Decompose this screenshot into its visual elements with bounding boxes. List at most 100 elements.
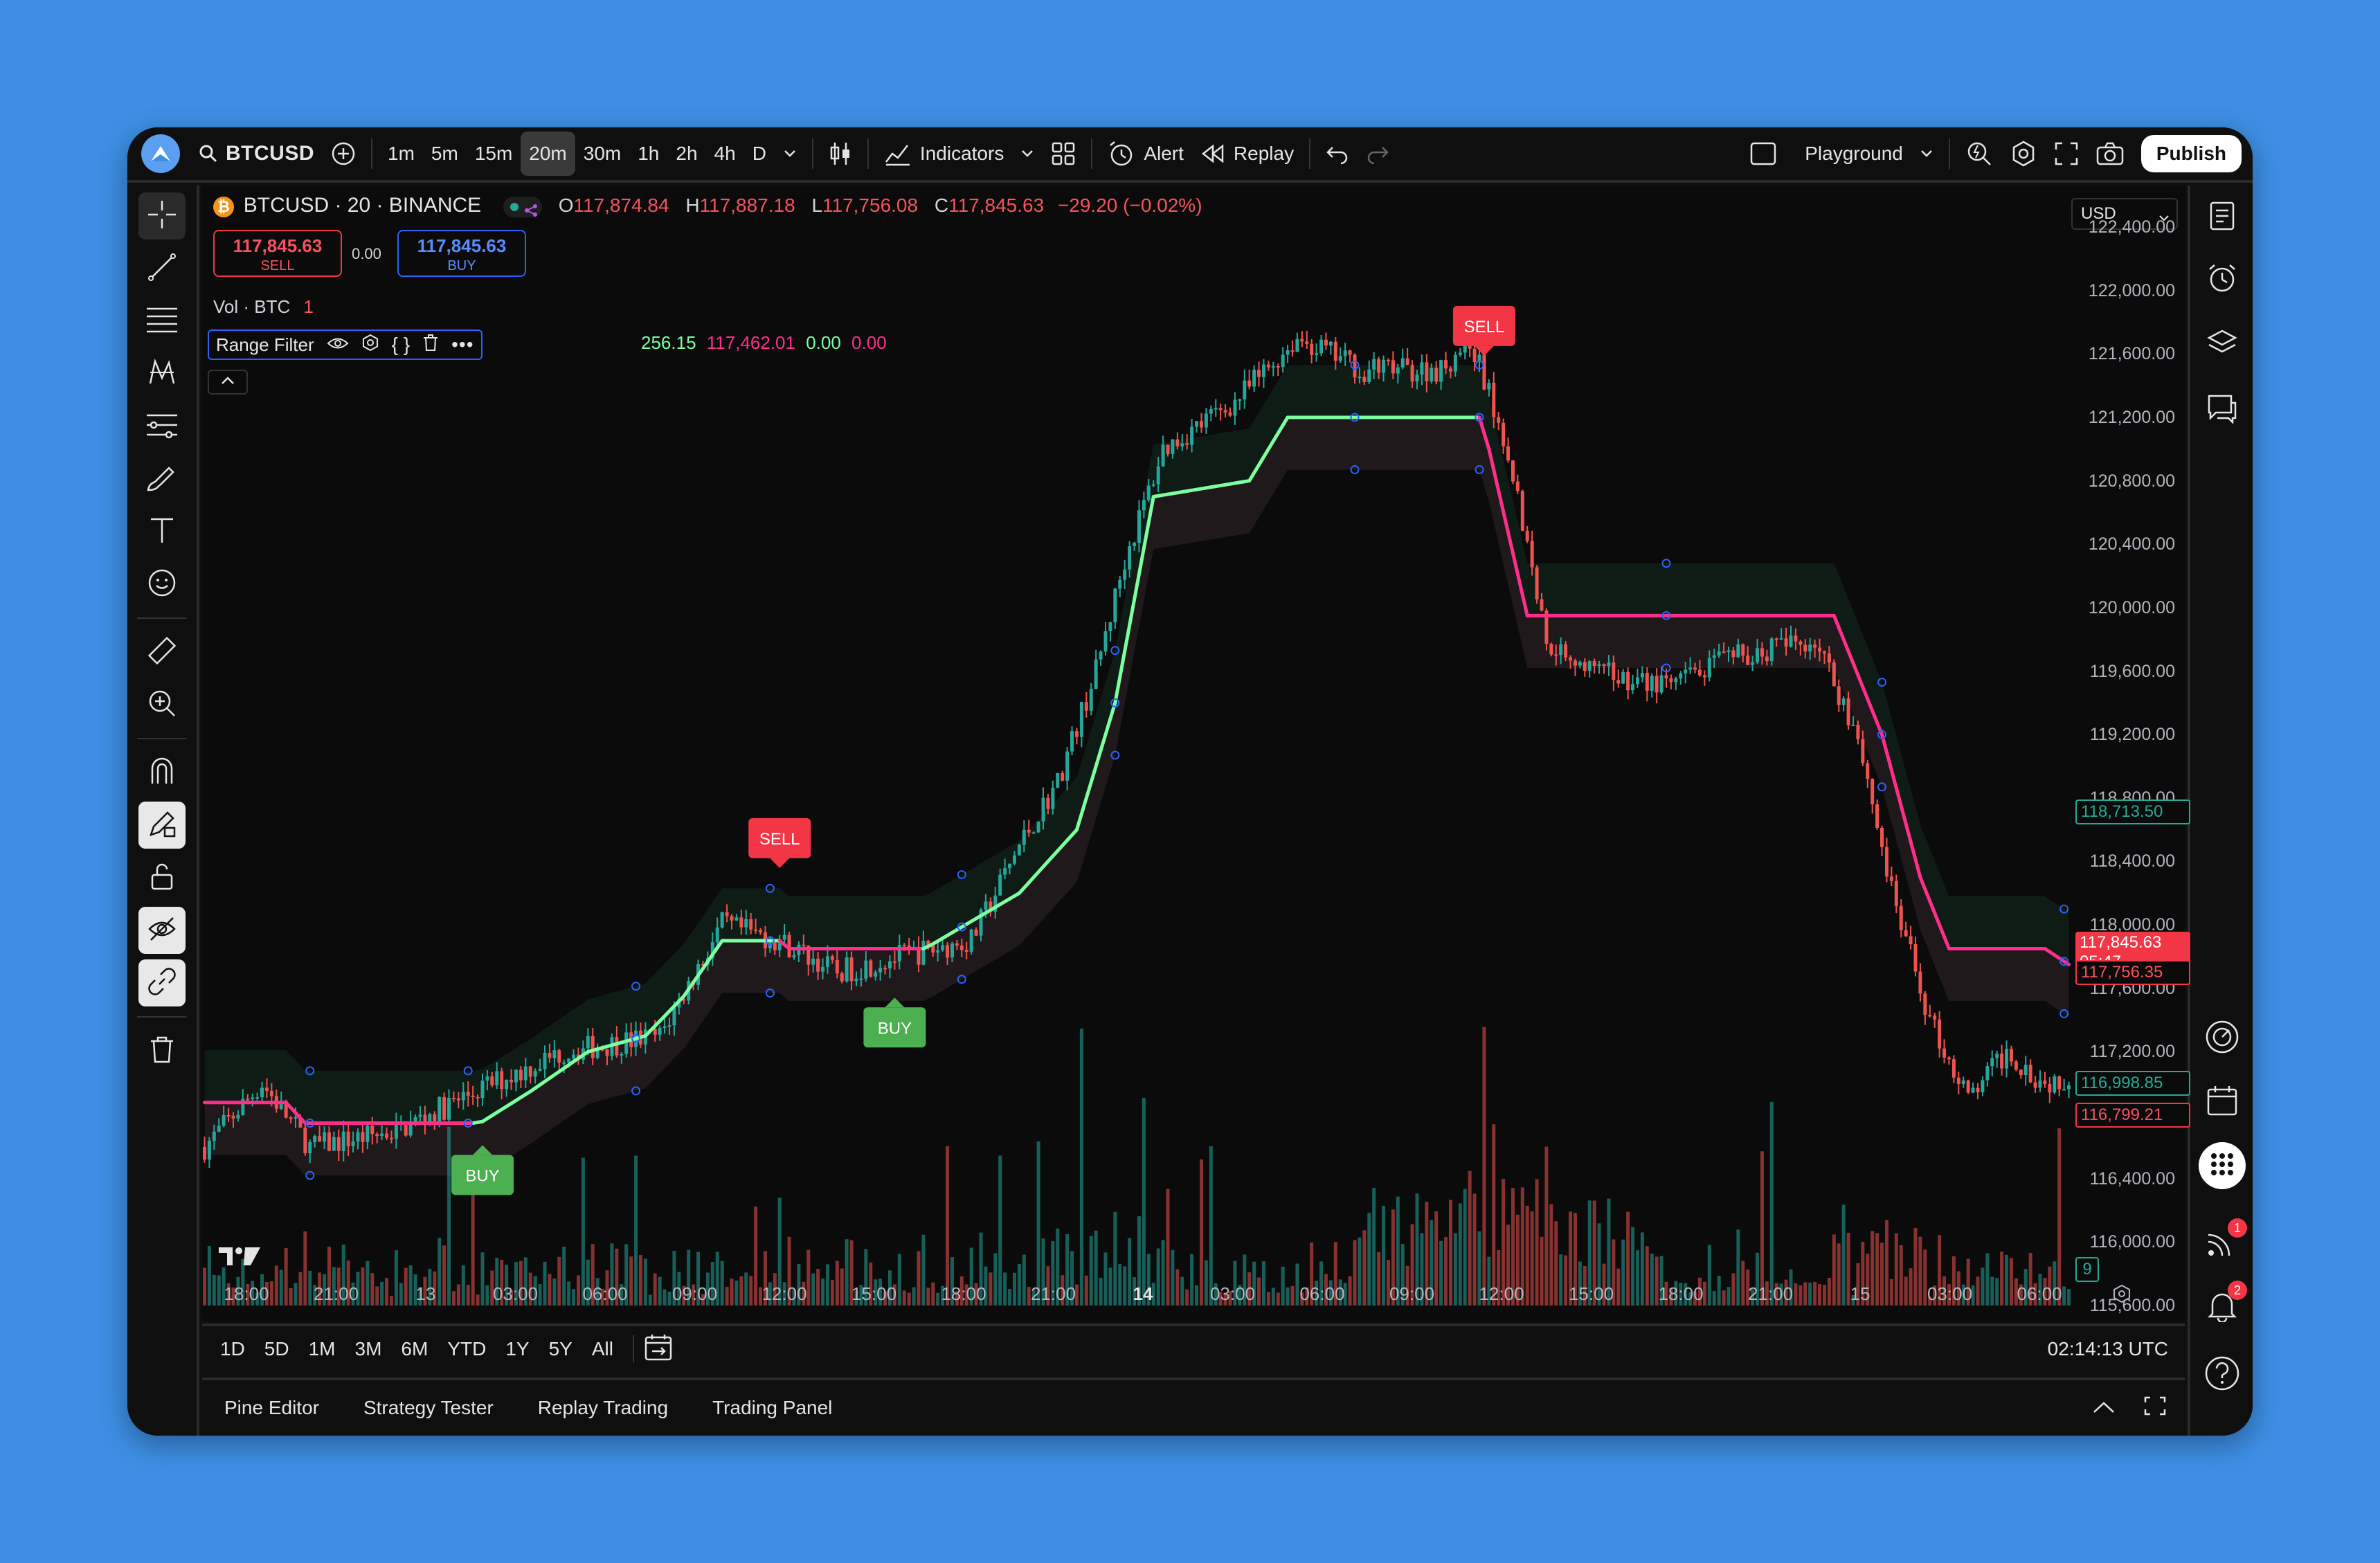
price-chart[interactable]: BUY SELL BUY SELL bbox=[202, 186, 2185, 1321]
magnet-tool[interactable] bbox=[138, 749, 186, 796]
watchlist-button[interactable] bbox=[2199, 194, 2246, 241]
candle-body bbox=[1338, 356, 1342, 361]
indicators-button[interactable]: Indicators bbox=[876, 132, 1012, 176]
market-status-pill[interactable] bbox=[503, 196, 542, 217]
tab-strategy-tester[interactable]: Strategy Tester bbox=[341, 1397, 516, 1419]
settings-button[interactable] bbox=[2001, 132, 2046, 176]
range-1m[interactable]: 1M bbox=[299, 1338, 345, 1360]
undo-button[interactable] bbox=[1317, 132, 1358, 176]
range-all[interactable]: All bbox=[582, 1338, 623, 1360]
compare-symbol-button[interactable] bbox=[323, 132, 364, 176]
range-1y[interactable]: 1Y bbox=[496, 1338, 539, 1360]
trend-line-tool[interactable] bbox=[138, 245, 186, 292]
filter-band bbox=[204, 365, 2069, 1176]
timeframe-30m[interactable]: 30m bbox=[575, 132, 629, 176]
volume-legend[interactable]: Vol · BTC 1 bbox=[213, 296, 314, 318]
symbol-legend[interactable]: ₿ BTCUSD · 20 · BINANCE O117,874.84 H117… bbox=[213, 194, 1202, 217]
pattern-tool[interactable] bbox=[138, 350, 186, 397]
collapse-legend-button[interactable] bbox=[208, 370, 248, 395]
candle-body bbox=[1108, 622, 1112, 631]
tradingview-logo[interactable] bbox=[217, 1245, 262, 1272]
axis-settings-icon[interactable] bbox=[2111, 1283, 2132, 1308]
timeframe-15m[interactable]: 15m bbox=[467, 132, 521, 176]
timeframe-2h[interactable]: 2h bbox=[667, 132, 705, 176]
chart-type-button[interactable] bbox=[820, 132, 860, 176]
trash-icon[interactable] bbox=[422, 334, 439, 356]
expand-panel-button[interactable] bbox=[2092, 1397, 2116, 1419]
candle-body bbox=[323, 1132, 327, 1142]
object-tree-button[interactable] bbox=[2199, 321, 2246, 368]
layout-menu[interactable]: Playground bbox=[1741, 132, 1942, 176]
quick-search-button[interactable] bbox=[1957, 132, 2001, 176]
replay-button[interactable]: Replay bbox=[1192, 132, 1302, 176]
stay-in-drawing-mode-tool[interactable] bbox=[138, 802, 186, 849]
indicators-dropdown[interactable] bbox=[1012, 132, 1043, 176]
tab-pine-editor[interactable]: Pine Editor bbox=[202, 1397, 341, 1419]
goto-date-button[interactable] bbox=[644, 1333, 673, 1366]
tab-replay-trading[interactable]: Replay Trading bbox=[516, 1397, 690, 1419]
alert-button[interactable]: Alert bbox=[1099, 132, 1192, 176]
time-axis[interactable]: 18:00 21:00 13 03:00 06:00 09:00 12:00 15:00 18:… bbox=[202, 1283, 2185, 1321]
fullscreen-button[interactable] bbox=[2046, 132, 2087, 176]
fib-tool[interactable] bbox=[138, 298, 186, 345]
range-3m[interactable]: 3M bbox=[345, 1338, 392, 1360]
zoom-tool[interactable] bbox=[138, 681, 186, 728]
measure-tool[interactable] bbox=[138, 629, 186, 676]
more-icon[interactable]: ••• bbox=[451, 334, 474, 356]
redo-button[interactable] bbox=[1358, 132, 1398, 176]
prediction-tool[interactable] bbox=[138, 403, 186, 450]
gear-icon[interactable] bbox=[361, 334, 379, 356]
publish-button[interactable]: Publish bbox=[2140, 135, 2242, 172]
remove-drawings-tool[interactable] bbox=[138, 1027, 186, 1074]
timeframe-5m[interactable]: 5m bbox=[423, 132, 467, 176]
range-5d[interactable]: 5D bbox=[255, 1338, 299, 1360]
brush-tool[interactable] bbox=[138, 455, 186, 503]
time-axis-label: 15:00 bbox=[1568, 1283, 1614, 1304]
utc-clock[interactable]: 02:14:13 UTC bbox=[2048, 1338, 2168, 1360]
data-window-button[interactable] bbox=[2199, 1015, 2246, 1062]
maximize-panel-button[interactable] bbox=[2143, 1395, 2167, 1421]
symbol-search[interactable]: BTCUSD bbox=[190, 132, 323, 176]
notifications-button[interactable]: 2 bbox=[2199, 1281, 2247, 1330]
chats-button[interactable] bbox=[2199, 386, 2246, 433]
calendar-button[interactable] bbox=[2199, 1078, 2246, 1126]
candle-body bbox=[950, 943, 954, 958]
range-5y[interactable]: 5Y bbox=[539, 1338, 582, 1360]
alerts-button[interactable] bbox=[2199, 256, 2246, 303]
snapshot-button[interactable] bbox=[2087, 132, 2133, 176]
tab-trading-panel[interactable]: Trading Panel bbox=[690, 1397, 854, 1419]
candle-body bbox=[1808, 644, 1812, 652]
help-button[interactable] bbox=[2199, 1351, 2246, 1398]
range-1d[interactable]: 1D bbox=[210, 1338, 255, 1360]
timeframe-1h[interactable]: 1h bbox=[629, 132, 667, 176]
filter-upper-tag: 118,713.50 bbox=[2075, 799, 2190, 824]
range-6m[interactable]: 6M bbox=[391, 1338, 438, 1360]
hide-drawings-tool[interactable] bbox=[138, 907, 186, 954]
time-axis-label: 18:00 bbox=[941, 1283, 986, 1304]
pattern-icon bbox=[147, 357, 177, 391]
range-ytd[interactable]: YTD bbox=[438, 1338, 496, 1360]
lock-drawings-tool[interactable] bbox=[138, 854, 186, 901]
sell-button[interactable]: 117,845.63 SELL bbox=[213, 230, 342, 277]
eye-icon[interactable] bbox=[327, 334, 349, 356]
app-logo[interactable] bbox=[141, 134, 180, 173]
buy-button[interactable]: 117,845.63 BUY bbox=[397, 230, 526, 277]
text-tool[interactable] bbox=[138, 508, 186, 555]
undo-icon bbox=[1326, 143, 1349, 164]
range-filter-legend[interactable]: Range Filter { } ••• bbox=[208, 329, 483, 360]
chart-pane[interactable]: BUY SELL BUY SELL ₿ BTCUSD · 20 · BINANCE O… bbox=[202, 186, 2190, 1321]
products-button[interactable] bbox=[2199, 1142, 2246, 1189]
calendar-icon bbox=[2206, 1084, 2239, 1121]
sync-drawings-tool[interactable] bbox=[138, 959, 186, 1006]
timeframe-d[interactable]: D bbox=[744, 132, 775, 176]
layouts-button[interactable] bbox=[1043, 132, 1084, 176]
emoji-tool[interactable] bbox=[138, 561, 186, 608]
timeframe-dropdown[interactable] bbox=[775, 132, 805, 176]
timeframe-20m[interactable]: 20m bbox=[521, 132, 575, 176]
timeframe-4h[interactable]: 4h bbox=[706, 132, 744, 176]
crosshair-tool[interactable] bbox=[138, 192, 186, 240]
timeframe-1m[interactable]: 1m bbox=[379, 132, 423, 176]
volume-bar bbox=[1482, 1027, 1486, 1305]
source-code-icon[interactable]: { } bbox=[392, 334, 410, 356]
streams-button[interactable]: 1 bbox=[2199, 1218, 2247, 1267]
